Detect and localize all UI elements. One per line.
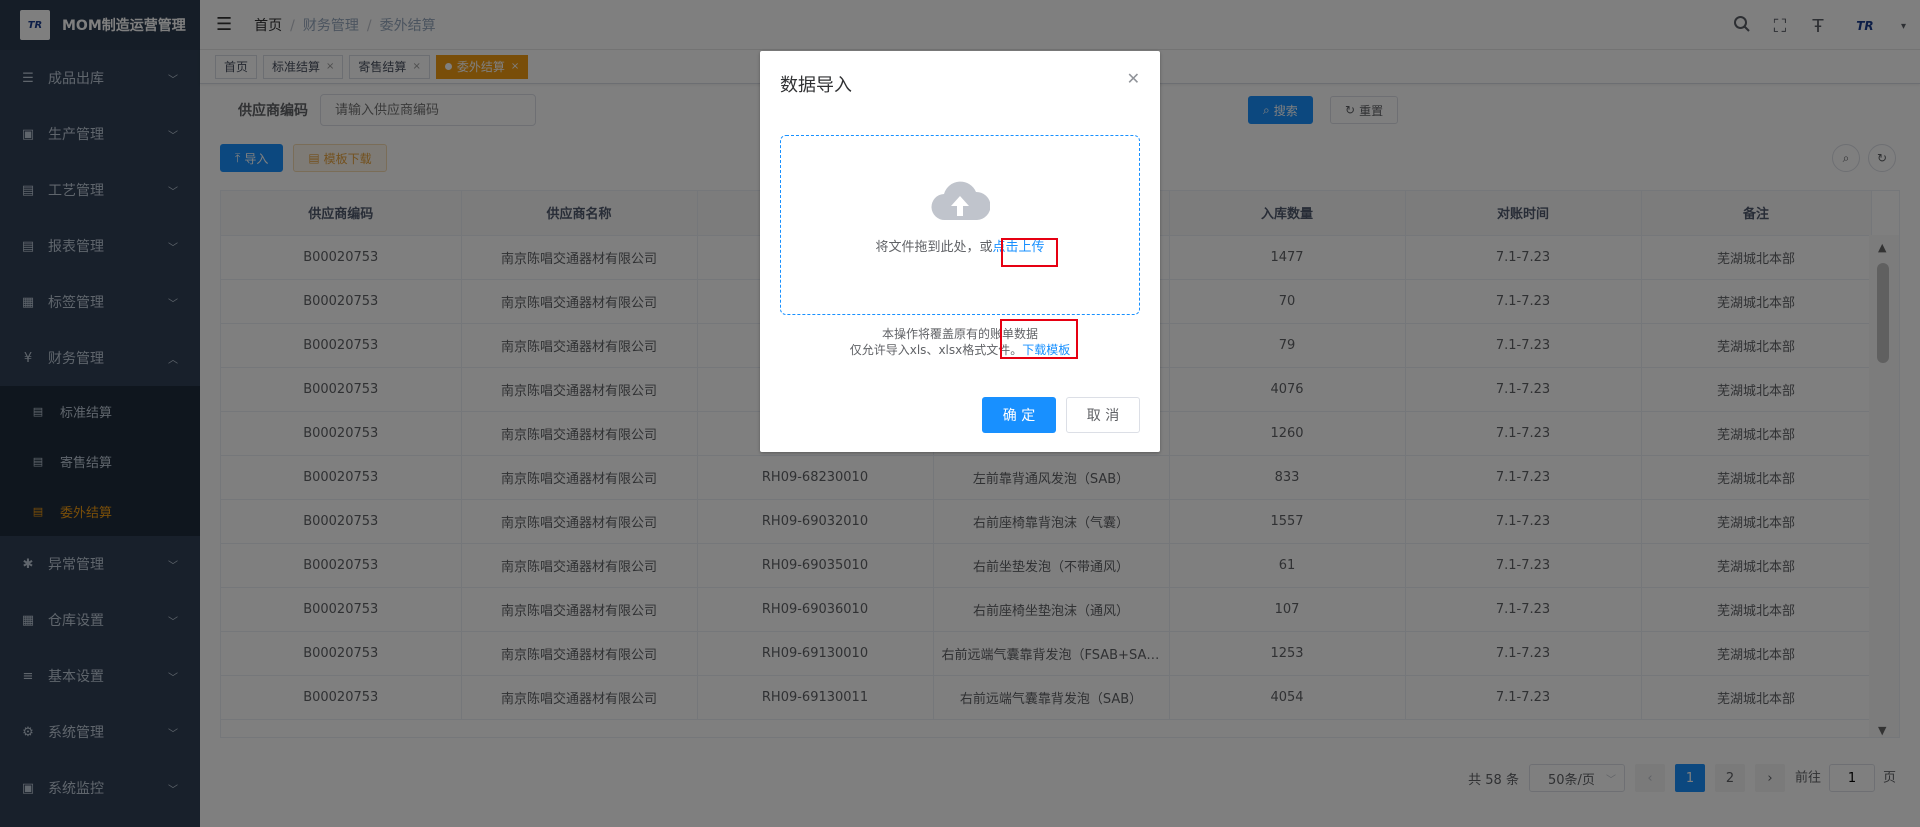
upload-tip: 本操作将覆盖原有的账单数据 仅允许导入xls、xlsx格式文件。下载模板 (760, 326, 1160, 358)
cloud-upload-icon (930, 176, 991, 222)
highlight-box-upload (1001, 238, 1058, 267)
dialog-title: 数据导入 (780, 75, 852, 96)
overwrite-warning: 本操作将覆盖原有的账单数据 (881, 327, 1038, 341)
dialog-footer: 确 定 取 消 (982, 397, 1140, 433)
confirm-button[interactable]: 确 定 (982, 397, 1056, 433)
highlight-box-download (1000, 319, 1078, 359)
format-hint: 仅允许导入xls、xlsx格式文件。 (849, 343, 1023, 357)
close-icon[interactable]: ✕ (1127, 69, 1140, 88)
import-dialog: 数据导入 ✕ 将文件拖到此处，或点击上传 本操作将覆盖原有的账单数据 仅允许导入… (760, 51, 1160, 452)
upload-dropzone[interactable]: 将文件拖到此处，或点击上传 (780, 135, 1140, 315)
cancel-button[interactable]: 取 消 (1066, 397, 1140, 433)
